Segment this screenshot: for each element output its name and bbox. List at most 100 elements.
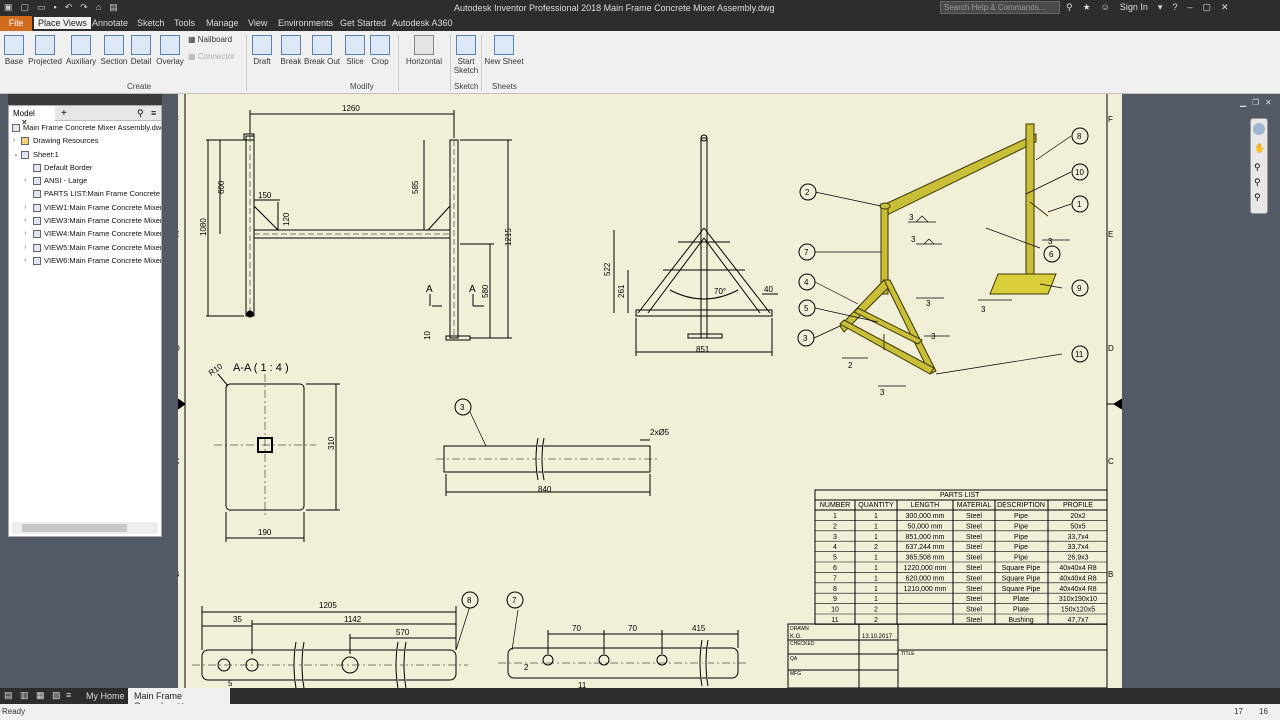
doc-close-icon[interactable]: ✕: [1265, 98, 1272, 107]
tab-view[interactable]: View: [244, 17, 271, 29]
tab-get-started[interactable]: Get Started: [336, 17, 390, 29]
parts-list[interactable]: PARTS LIST NUMBER QUANTITY LENGTH MATERIAL D…: [815, 492, 1107, 625]
balloon-11[interactable]: 11: [1071, 345, 1089, 363]
tab-file[interactable]: File: [0, 16, 32, 31]
doc-restore-icon[interactable]: ❐: [1252, 98, 1259, 107]
help-icon[interactable]: ?: [1172, 2, 1177, 13]
tree-item-drawing-resources[interactable]: › Drawing Resources: [9, 134, 161, 147]
balloon-8-part[interactable]: 8: [461, 591, 479, 609]
new-sheet-button[interactable]: New Sheet: [484, 35, 524, 66]
tree-item-parts-list[interactable]: PARTS LIST:Main Frame Concrete Mi: [9, 187, 161, 200]
tab-drawing-document[interactable]: Main Frame Con...dwg ✕: [128, 688, 230, 711]
tab-sketch[interactable]: Sketch: [133, 17, 169, 29]
expand-icon[interactable]: ›: [24, 201, 31, 214]
tab-my-home[interactable]: My Home: [80, 688, 131, 704]
maximize-icon[interactable]: ▢: [1202, 2, 1211, 13]
scrollbar-thumb[interactable]: [22, 524, 127, 532]
arrange-icon[interactable]: ▦: [36, 690, 45, 701]
balloon-5[interactable]: 5: [798, 299, 816, 317]
crop-button[interactable]: Crop: [369, 35, 391, 66]
zoom-all-icon[interactable]: ⚲: [1254, 192, 1264, 203]
draft-button[interactable]: Draft: [250, 35, 274, 66]
steering-wheel-icon[interactable]: [1253, 123, 1265, 135]
tree-item-ansi-large[interactable]: › ANSI - Large: [9, 174, 161, 187]
tile-icon[interactable]: ▤: [4, 690, 13, 701]
nailboard-button[interactable]: ▦ Nailboard: [188, 35, 232, 44]
tab-tools[interactable]: Tools: [170, 17, 199, 29]
tab-place-views[interactable]: Place Views: [34, 17, 91, 29]
balloon-6[interactable]: 6: [1043, 245, 1061, 263]
tab-environments[interactable]: Environments: [274, 17, 337, 29]
window-list-icon[interactable]: ▧: [52, 690, 61, 701]
tree-item-view5[interactable]: › VIEW5:Main Frame Concrete Mixer A: [9, 241, 161, 254]
tree-item-default-border[interactable]: Default Border: [9, 161, 161, 174]
new-icon[interactable]: ▢: [21, 2, 30, 13]
expand-icon[interactable]: ›: [24, 241, 31, 254]
cascade-icon[interactable]: ▥: [20, 690, 29, 701]
balloon-7-part[interactable]: 7: [506, 591, 524, 609]
expand-icon[interactable]: ›: [24, 254, 31, 267]
tab-a360[interactable]: Autodesk A360: [388, 17, 457, 29]
open-icon[interactable]: ▭: [37, 2, 46, 13]
expand-icon[interactable]: ›: [24, 174, 31, 187]
minimize-icon[interactable]: –: [1187, 2, 1192, 13]
menu-icon[interactable]: ≡: [66, 690, 71, 700]
detail-view-button[interactable]: Detail: [129, 35, 153, 66]
balloon-1[interactable]: 1: [1071, 195, 1089, 213]
expand-icon[interactable]: ›: [13, 134, 20, 147]
browser-tab-model[interactable]: Model ✕: [9, 106, 55, 127]
navigation-bar[interactable]: ✋ ⚲ ⚲ ⚲: [1250, 118, 1268, 214]
tree-item-view1[interactable]: › VIEW1:Main Frame Concrete Mixer A: [9, 201, 161, 214]
break-button[interactable]: Break: [279, 35, 303, 66]
tree-item-view6[interactable]: › VIEW6:Main Frame Concrete Mixer A: [9, 254, 161, 267]
projected-view-button[interactable]: Projected: [27, 35, 63, 66]
close-icon[interactable]: ✕: [1221, 2, 1229, 13]
tree-item-view3[interactable]: › VIEW3:Main Frame Concrete Mixer A: [9, 214, 161, 227]
balloon-2[interactable]: 2: [799, 183, 817, 201]
star-icon[interactable]: ★: [1083, 2, 1091, 13]
balloon-3-pipe[interactable]: 3: [454, 398, 472, 416]
tree-item-view4[interactable]: › VIEW4:Main Frame Concrete Mixer A: [9, 227, 161, 240]
expand-icon[interactable]: ›: [24, 227, 31, 240]
add-tab-icon[interactable]: +: [61, 108, 67, 119]
slice-button[interactable]: Slice: [343, 35, 367, 66]
collapse-icon[interactable]: ⌄: [13, 148, 20, 161]
tab-manage[interactable]: Manage: [202, 17, 243, 29]
zoom-icon[interactable]: ⚲: [1254, 162, 1264, 173]
break-out-button[interactable]: Break Out: [304, 35, 340, 66]
redo-icon[interactable]: ↷: [80, 2, 88, 13]
print-icon[interactable]: ▤: [109, 2, 118, 13]
doc-minimize-icon[interactable]: ▁: [1240, 98, 1246, 107]
balloon-10[interactable]: 10: [1071, 163, 1089, 181]
horizontal-button[interactable]: Horizontal: [404, 35, 444, 66]
cart-icon[interactable]: ▾: [1158, 2, 1163, 13]
browser-search-icon[interactable]: ⚲: [137, 108, 144, 119]
app-menu-icon[interactable]: ▣: [4, 2, 13, 13]
browser-menu-icon[interactable]: ≡: [151, 108, 156, 118]
start-sketch-button[interactable]: Start Sketch: [453, 35, 479, 75]
pan-icon[interactable]: ✋: [1254, 143, 1265, 154]
balloon-9[interactable]: 9: [1071, 279, 1089, 297]
tab-annotate[interactable]: Annotate: [88, 17, 132, 29]
auxiliary-view-button[interactable]: Auxiliary: [64, 35, 98, 66]
undo-icon[interactable]: ↶: [65, 2, 73, 13]
help-search-input[interactable]: Search Help & Commands...: [940, 1, 1060, 14]
tree-item-document[interactable]: Main Frame Concrete Mixer Assembly.dwg: [9, 121, 161, 134]
balloon-7[interactable]: 7: [798, 243, 816, 261]
user-icon[interactable]: ☺: [1101, 2, 1110, 13]
drawing-sheet[interactable]: F E D C B F E D C B 1260 600 150 120 108…: [178, 94, 1122, 688]
browser-scrollbar[interactable]: [12, 522, 158, 534]
sign-in-link[interactable]: Sign In: [1120, 2, 1148, 13]
base-view-button[interactable]: Base: [3, 35, 25, 66]
tree-item-sheet[interactable]: ⌄ Sheet:1: [9, 148, 161, 161]
save-icon[interactable]: ▪: [54, 2, 57, 13]
home-icon[interactable]: ⌂: [96, 2, 101, 13]
search-icon[interactable]: ⚲: [1066, 2, 1073, 13]
balloon-3[interactable]: 3: [797, 329, 815, 347]
balloon-4[interactable]: 4: [798, 273, 816, 291]
connector-button[interactable]: ▦ Connector: [188, 52, 235, 61]
overlay-view-button[interactable]: Overlay: [155, 35, 185, 66]
balloon-8[interactable]: 8: [1071, 127, 1089, 145]
section-view-button[interactable]: Section: [99, 35, 129, 66]
expand-icon[interactable]: ›: [24, 214, 31, 227]
